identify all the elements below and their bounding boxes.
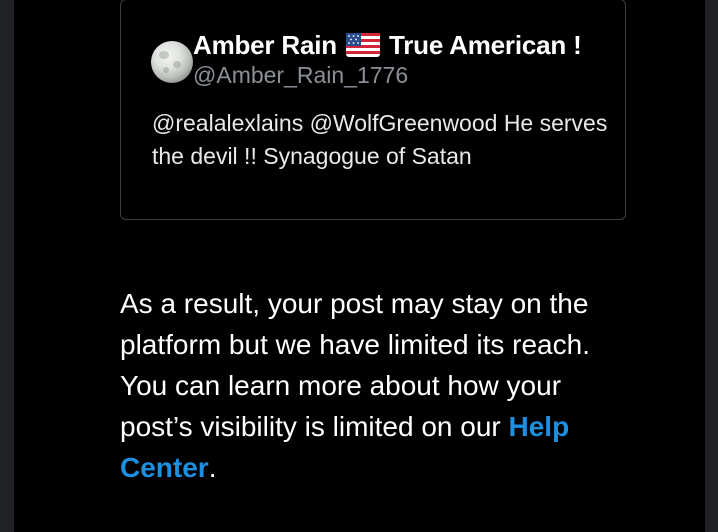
us-flag-icon (345, 33, 380, 64)
quoted-post-card[interactable]: Amber Rain True American ! @Amber_Rain_1… (120, 0, 626, 220)
post-text: @realalexlains @WolfGreenwood He serves … (152, 110, 608, 169)
display-name-prefix: Amber Rain (193, 30, 337, 60)
avatar[interactable] (151, 41, 193, 83)
display-name[interactable]: Amber Rain True American ! (193, 30, 582, 64)
notice-trailing: . (208, 452, 217, 483)
visibility-notice: As a result, your post may stay on the p… (120, 283, 640, 488)
content-panel: Amber Rain True American ! @Amber_Rain_1… (14, 0, 705, 532)
display-name-suffix: True American ! (388, 30, 582, 60)
user-handle[interactable]: @Amber_Rain_1776 (193, 62, 408, 89)
